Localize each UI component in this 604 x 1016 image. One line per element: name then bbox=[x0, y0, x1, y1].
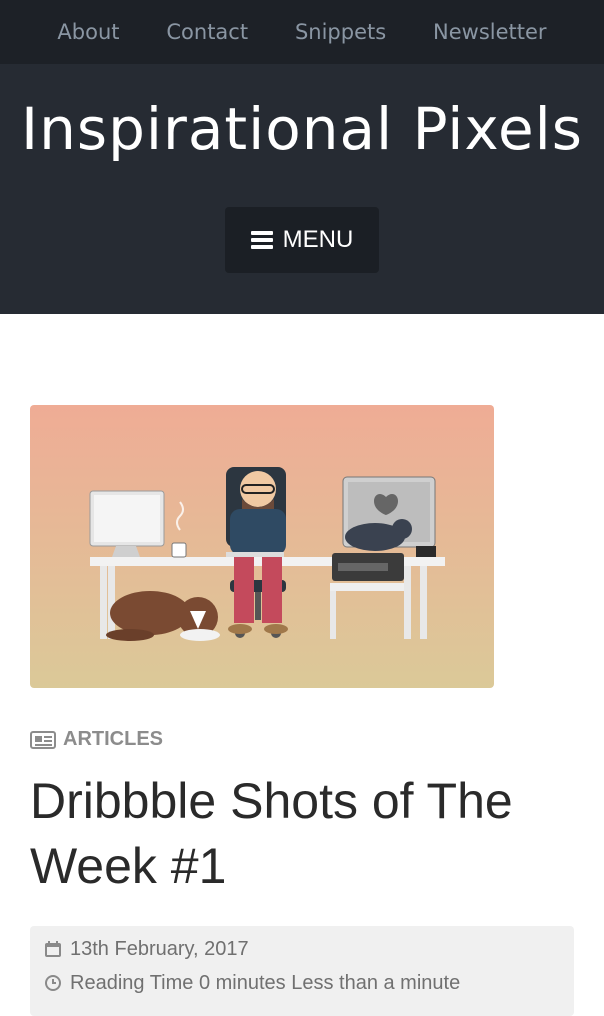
featured-image[interactable] bbox=[30, 405, 494, 688]
site-header: Inspirational Pixels MENU bbox=[0, 64, 604, 314]
post-category[interactable]: ARTICLES bbox=[30, 728, 163, 751]
reading-time-row: Reading Time 0 minutes Less than a minut… bbox=[44, 966, 560, 1000]
newspaper-icon bbox=[30, 730, 56, 749]
top-navigation: About Contact Snippets Newsletter bbox=[0, 0, 604, 64]
post-date: 13th February, 2017 bbox=[70, 937, 249, 960]
menu-label: MENU bbox=[282, 226, 354, 253]
site-title[interactable]: Inspirational Pixels bbox=[0, 94, 604, 164]
post-meta: 13th February, 2017 Reading Time 0 minut… bbox=[30, 926, 574, 1016]
nav-link-contact[interactable]: Contact bbox=[166, 20, 248, 44]
post-title[interactable]: Dribbble Shots of The Week #1 bbox=[30, 769, 570, 899]
post-date-row: 13th February, 2017 bbox=[44, 932, 560, 966]
nav-link-about[interactable]: About bbox=[57, 20, 119, 44]
nav-link-newsletter[interactable]: Newsletter bbox=[433, 20, 547, 44]
clock-icon bbox=[45, 975, 61, 991]
menu-button[interactable]: MENU bbox=[225, 207, 379, 273]
workspace-illustration bbox=[30, 405, 494, 688]
calendar-icon bbox=[45, 941, 61, 957]
nav-link-snippets[interactable]: Snippets bbox=[295, 20, 386, 44]
reading-time: Reading Time 0 minutes Less than a minut… bbox=[70, 971, 461, 994]
category-label: ARTICLES bbox=[63, 728, 163, 750]
hamburger-icon bbox=[250, 231, 273, 249]
